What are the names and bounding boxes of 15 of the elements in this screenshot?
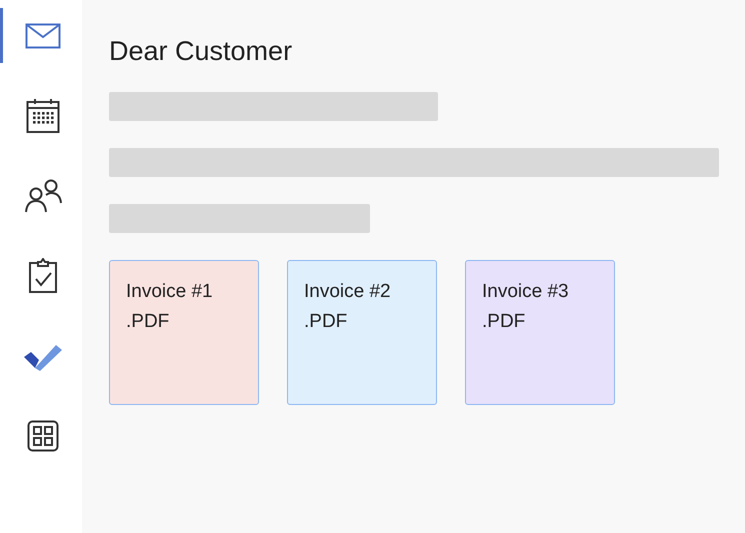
apps-grid-icon [26,420,58,452]
calendar-icon [26,98,60,134]
attachment-card[interactable]: Invoice #3 .PDF [465,260,615,405]
attachment-card[interactable]: Invoice #1 .PDF [109,260,259,405]
attachment-card[interactable]: Invoice #2 .PDF [287,260,437,405]
clipboard-check-icon [28,258,58,294]
attachment-extension: .PDF [482,311,526,333]
attachment-name: Invoice #2 [304,281,392,303]
greeting-heading: Dear Customer [109,36,294,67]
attachment-name: Invoice #3 [482,281,570,303]
attachment-extension: .PDF [304,311,348,333]
attachment-extension: .PDF [126,311,170,333]
attachment-name: Invoice #1 [126,281,214,303]
envelope-icon [24,22,60,48]
people-icon [24,178,62,212]
